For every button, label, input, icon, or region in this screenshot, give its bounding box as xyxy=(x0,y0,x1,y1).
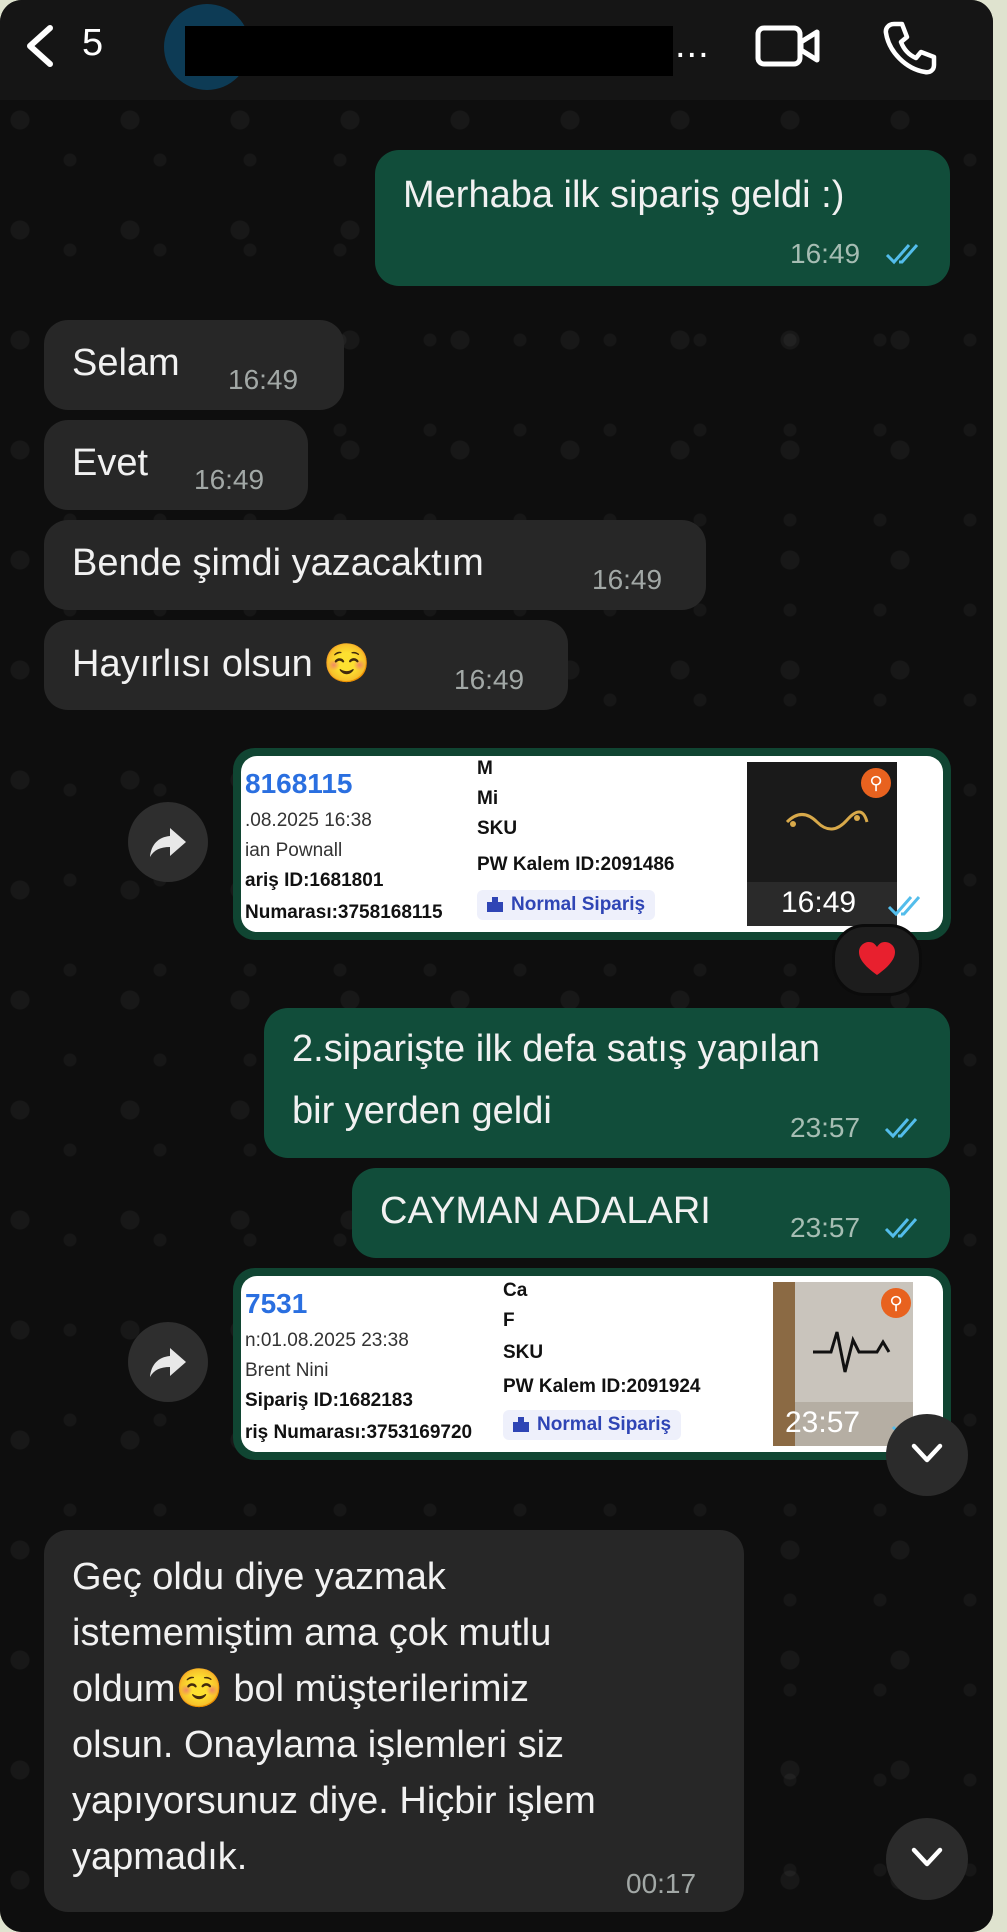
message-text: CAYMAN ADALARI xyxy=(380,1190,711,1232)
pw-kalem-id: PW Kalem ID:2091486 xyxy=(477,854,675,875)
message-incoming[interactable]: Geç oldu diye yazmak istememiştim ama ço… xyxy=(44,1530,744,1912)
customer-name: Brent Nini xyxy=(245,1360,329,1381)
badge-label: Normal Sipariş xyxy=(511,894,646,915)
message-text-line5: yapıyorsunuz diye. Hiçbir işlem xyxy=(72,1780,596,1822)
order-number: 8168115 xyxy=(245,768,353,799)
message-text-line1: Geç oldu diye yazmak xyxy=(72,1556,446,1598)
product-variant: Mi xyxy=(477,788,499,809)
heart-reaction[interactable] xyxy=(832,924,922,996)
warehouse-icon xyxy=(487,897,503,912)
order-number: 7531 xyxy=(245,1288,308,1319)
message-time: 16:49 xyxy=(194,464,265,495)
order-date: n:01.08.2025 23:38 xyxy=(245,1330,409,1351)
message-outgoing[interactable]: Merhaba ilk sipariş geldi :) 16:49 xyxy=(375,150,950,286)
name-ellipsis: ... xyxy=(675,24,710,66)
message-time: 16:49 xyxy=(790,238,861,269)
order-reference: Numarası:3758168115 xyxy=(245,902,443,923)
contact-name-redacted[interactable] xyxy=(185,26,673,76)
forward-button[interactable] xyxy=(128,1322,208,1402)
message-text: Hayırlısı olsun ☺️ xyxy=(72,643,371,685)
message-text: Merhaba ilk sipariş geldi :) xyxy=(403,174,845,216)
forward-arrow-icon xyxy=(150,1348,186,1377)
chat-header: 5 ... xyxy=(0,0,993,100)
message-text: Selam xyxy=(72,342,180,384)
product-title: Ca xyxy=(503,1280,528,1301)
forward-button[interactable] xyxy=(128,802,208,882)
order-screenshot-image[interactable]: 8168115 .08.2025 16:38 ian Pownall ariş … xyxy=(241,756,943,932)
product-title: M xyxy=(477,758,493,779)
zoom-icon[interactable]: ⚲ xyxy=(861,768,891,798)
heart-icon xyxy=(859,942,895,975)
unread-count[interactable]: 5 xyxy=(82,22,103,65)
order-screenshot-message[interactable]: 8168115 .08.2025 16:38 ian Pownall ariş … xyxy=(233,748,951,940)
message-incoming[interactable]: Selam 16:49 xyxy=(44,320,344,410)
scroll-down-button[interactable] xyxy=(886,1818,968,1900)
customer-name: ian Pownall xyxy=(245,840,343,861)
pw-kalem-id: PW Kalem ID:2091924 xyxy=(503,1376,701,1397)
message-text-line6: yapmadık. xyxy=(72,1836,248,1878)
message-text-line4: olsun. Onaylama işlemleri siz xyxy=(72,1724,565,1766)
order-date: .08.2025 16:38 xyxy=(245,810,372,831)
scroll-down-button[interactable] xyxy=(886,1414,968,1496)
forward-arrow-icon xyxy=(150,828,186,857)
message-text-line2: bir yerden geldi xyxy=(292,1090,552,1132)
message-time: 16:49 xyxy=(592,564,663,595)
read-ticks-icon xyxy=(884,1218,918,1239)
voice-call-icon[interactable] xyxy=(880,18,940,78)
message-incoming[interactable]: Hayırlısı olsun ☺️ 16:49 xyxy=(44,620,568,710)
message-outgoing[interactable]: CAYMAN ADALARI 23:57 xyxy=(352,1168,950,1258)
read-ticks-icon xyxy=(884,1118,918,1139)
message-time: 00:17 xyxy=(626,1868,697,1899)
read-ticks-icon xyxy=(885,244,919,265)
video-call-icon[interactable] xyxy=(755,22,821,70)
warehouse-icon xyxy=(513,1417,529,1432)
message-text: Bende şimdi yazacaktım xyxy=(72,542,484,584)
zoom-icon[interactable]: ⚲ xyxy=(881,1288,911,1318)
message-incoming[interactable]: Bende şimdi yazacaktım 16:49 xyxy=(44,520,706,610)
chat-screen: 5 ... Merhaba ilk sipariş geldi :) 16:49… xyxy=(0,0,993,1932)
product-variant: F xyxy=(503,1310,515,1331)
message-outgoing[interactable]: 2.siparişte ilk defa satış yapılan bir y… xyxy=(264,1008,950,1158)
read-ticks-icon xyxy=(887,896,921,917)
order-type-badge: Normal Sipariş xyxy=(503,1410,682,1440)
order-type-badge: Normal Sipariş xyxy=(477,890,656,920)
chevron-down-icon xyxy=(911,1443,943,1463)
message-time: 23:57 xyxy=(790,1212,861,1243)
order-screenshot-message[interactable]: 7531 n:01.08.2025 23:38 Brent Nini Sipar… xyxy=(233,1268,951,1460)
back-chevron-icon[interactable] xyxy=(18,22,62,70)
order-id: ariş ID:1681801 xyxy=(245,870,384,891)
order-id: Sipariş ID:1682183 xyxy=(245,1390,413,1411)
message-text-line1: 2.siparişte ilk defa satış yapılan xyxy=(292,1028,821,1070)
badge-label: Normal Sipariş xyxy=(537,1414,672,1435)
message-time: 16:49 xyxy=(228,364,299,395)
message-incoming[interactable]: Evet 16:49 xyxy=(44,420,308,510)
chevron-down-icon xyxy=(911,1847,943,1867)
message-time: 23:57 xyxy=(785,1406,861,1439)
product-sku: SKU xyxy=(503,1342,544,1363)
message-time: 16:49 xyxy=(454,664,525,695)
product-sku: SKU xyxy=(477,818,518,839)
message-time: 23:57 xyxy=(790,1112,861,1143)
order-screenshot-image[interactable]: 7531 n:01.08.2025 23:38 Brent Nini Sipar… xyxy=(241,1276,943,1452)
message-text-line2: istememiştim ama çok mutlu xyxy=(72,1612,552,1654)
message-text-line3: oldum☺️ bol müşterilerimiz xyxy=(72,1668,529,1710)
order-reference: riş Numarası:3753169720 xyxy=(245,1422,473,1443)
message-text: Evet xyxy=(72,442,149,484)
message-time: 16:49 xyxy=(781,886,857,919)
